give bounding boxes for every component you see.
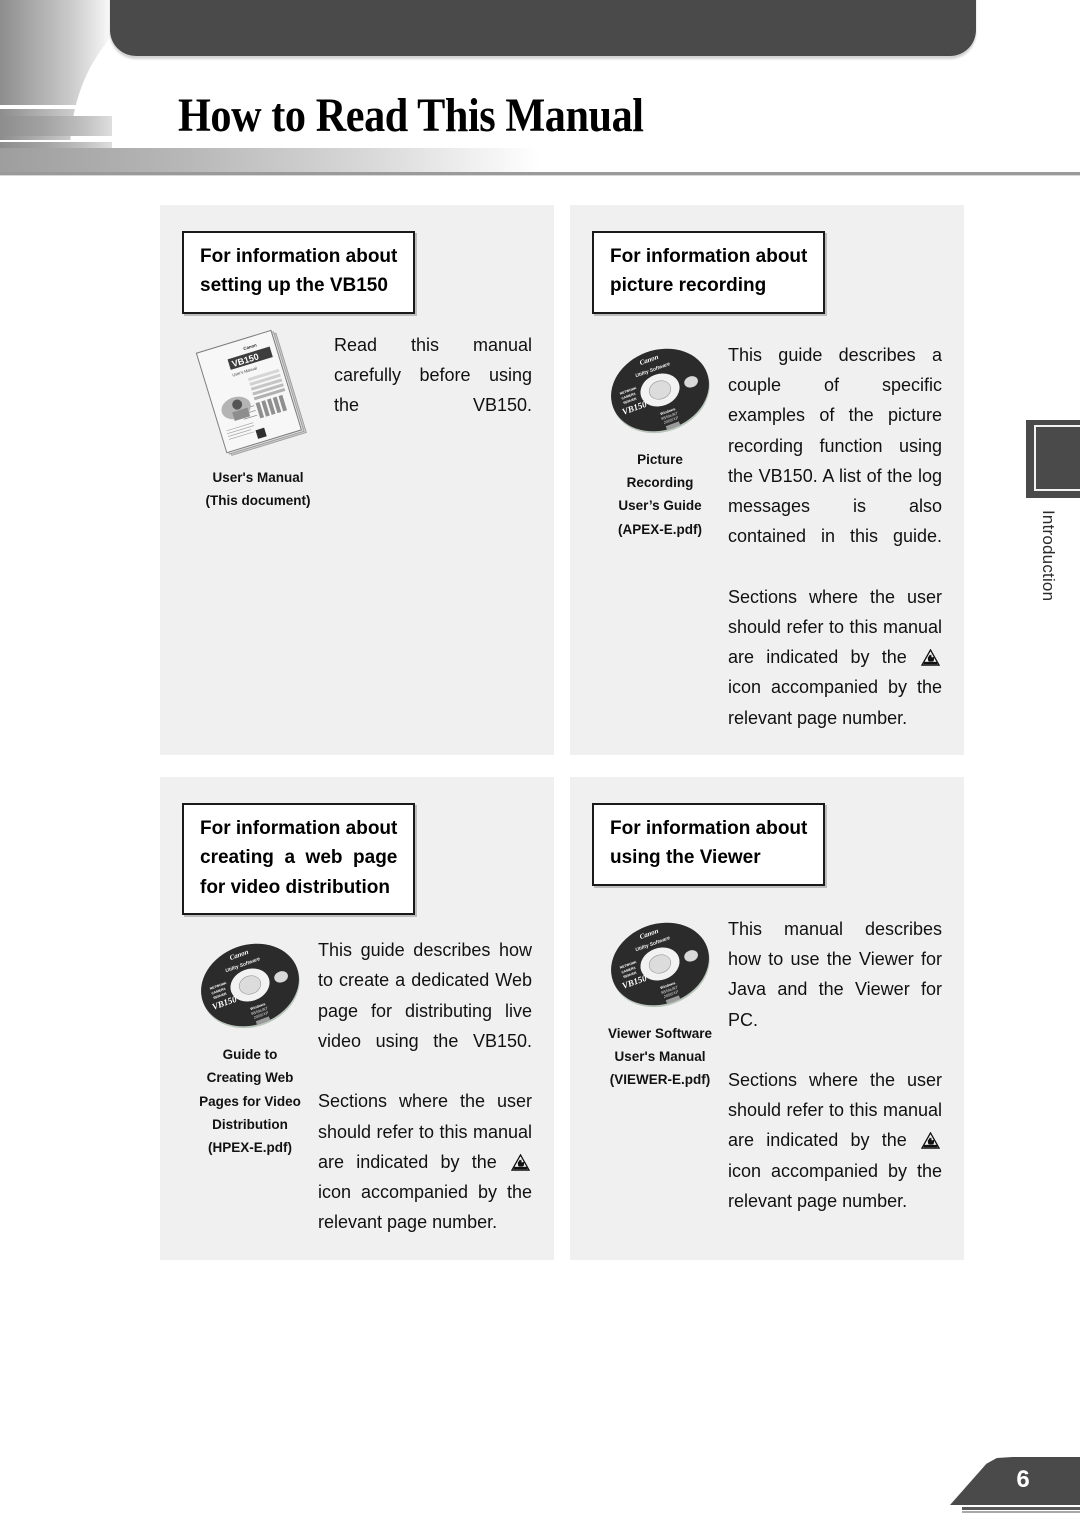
card-heading-line: For information about: [610, 246, 808, 267]
card-media-column: Canon Utility Software NETWORK CAMERA SE…: [592, 338, 728, 541]
card-body: Canon VB150 User's Manual User's Manual …: [182, 328, 532, 512]
card-paragraph-with-icon: Sections where the user should refer to …: [318, 1086, 532, 1237]
card-paragraph: This manual describes how to use the Vie…: [728, 918, 942, 1030]
footer-rule-highlight: [962, 1511, 1080, 1513]
card-heading-line: setting up the VB150: [200, 275, 388, 297]
info-card-picture-recording: For information about picture recording …: [570, 205, 964, 755]
card-heading-line: For information about: [200, 246, 398, 267]
header-stripe-b: [0, 116, 112, 136]
header-base-band: [0, 148, 540, 174]
card-media-caption: Guide to Creating Web Pages for Video Di…: [199, 1043, 301, 1159]
card-media-caption: Viewer Software User's Manual (VIEWER-E.…: [608, 1022, 712, 1092]
card-heading-line: for video distribution: [200, 876, 390, 898]
caption-line: User's Manual: [212, 469, 304, 485]
page-title: How to Read This Manual: [178, 89, 644, 142]
cd-disc-icon: Canon Utility Software NETWORK CAMERA SE…: [611, 922, 710, 1007]
caption-line: Distribution: [212, 1116, 288, 1132]
card-media-column: Canon VB150 User's Manual User's Manual …: [182, 328, 334, 512]
card-heading-line: For information about: [200, 817, 398, 839]
card-paragraph-with-icon: Sections where the user should refer to …: [728, 1065, 942, 1216]
caption-line: User’s Guide: [618, 498, 702, 514]
card-heading: For information about setting up the VB1…: [182, 231, 416, 314]
page-number: 6: [1016, 1466, 1030, 1493]
cd-disc-icon: Canon Utility Software NETWORK CAMERA SE…: [201, 943, 300, 1029]
info-card-web-page: For information about creating a web pag…: [160, 776, 554, 1260]
refer-triangle-icon: [921, 1132, 940, 1150]
footer-rule: [962, 1507, 1080, 1510]
caption-line: (This document): [205, 493, 311, 509]
info-card-viewer: For information about using the Viewer C…: [570, 776, 964, 1260]
card-media-caption: Picture Recording User’s Guide (APEX-E.p…: [618, 448, 702, 541]
card-media-column: Canon Utility Software NETWORK CAMERA SE…: [182, 933, 318, 1159]
caption-line: Guide to: [222, 1047, 278, 1063]
card-paragraph: This guide describes a couple of specifi…: [728, 344, 942, 547]
manual-page: How to Read This Manual Introduction For…: [0, 0, 1080, 1523]
card-paragraph-part: Sections where the user should refer to …: [318, 1091, 532, 1172]
caption-line: Viewer Software: [607, 1025, 713, 1041]
card-paragraph-part: Sections where the user should refer to …: [728, 1069, 942, 1151]
card-heading: For information about creating a web pag…: [182, 802, 416, 916]
card-paragraph-part: icon accompanied by the relevant page nu…: [728, 677, 942, 728]
caption-line: Creating Web: [206, 1070, 294, 1086]
card-heading-line: For information about: [610, 817, 808, 839]
info-card-grid: For information about setting up the VB1…: [160, 205, 964, 1260]
caption-line: Recording: [626, 475, 694, 491]
booklet-icon: Canon VB150 User's Manual: [195, 329, 307, 456]
card-media-caption: User's Manual (This document): [206, 466, 311, 512]
caption-line: (VIEWER-E.pdf): [609, 1072, 711, 1088]
header-rule-highlight: [0, 175, 1080, 176]
cd-disc-icon: Canon Utility Software NETWORK CAMERA SE…: [611, 348, 710, 434]
card-media-column: Canon Utility Software NETWORK CAMERA SE…: [592, 912, 728, 1092]
info-card-setup: For information about setting up the VB1…: [160, 205, 554, 755]
card-paragraph-part: icon accompanied by the relevant page nu…: [318, 1182, 532, 1233]
card-body: Canon Utility Software NETWORK CAMERA SE…: [592, 912, 942, 1216]
card-heading: For information about picture recording: [592, 231, 826, 314]
card-paragraph: This guide describes how to create a ded…: [318, 940, 532, 1051]
card-body: Canon Utility Software NETWORK CAMERA SE…: [592, 338, 942, 733]
card-text-column: This guide describes how to create a ded…: [318, 933, 532, 1237]
card-body: Canon Utility Software NETWORK CAMERA SE…: [182, 933, 532, 1237]
caption-line: User's Manual: [614, 1049, 706, 1065]
card-heading: For information about using the Viewer: [592, 802, 826, 886]
card-heading-line: picture recording: [610, 275, 767, 297]
card-paragraph: Read this manual carefully before using …: [334, 334, 532, 416]
card-paragraph-part: Sections where the user should refer to …: [728, 586, 942, 668]
caption-line: Pages for Video: [199, 1093, 301, 1109]
card-paragraph-part: icon accompanied by the relevant page nu…: [728, 1160, 942, 1211]
caption-line: (HPEX-E.pdf): [207, 1140, 292, 1156]
card-text-column: Read this manual carefully before using …: [334, 328, 532, 451]
caption-line: Picture: [637, 451, 683, 467]
header-dark-bar: [110, 0, 976, 56]
card-heading-line: using the Viewer: [610, 847, 761, 869]
side-tab: [1034, 425, 1080, 491]
card-heading-line: creating a web page: [200, 847, 398, 869]
side-tab-label: Introduction: [1039, 510, 1058, 602]
caption-line: (APEX-E.pdf): [618, 521, 702, 537]
refer-triangle-icon: [921, 649, 940, 666]
card-paragraph-with-icon: Sections where the user should refer to …: [728, 582, 942, 733]
card-text-column: This manual describes how to use the Vie…: [728, 912, 942, 1216]
card-text-column: This guide describes a couple of specifi…: [728, 338, 942, 733]
header-stripe-a: [0, 105, 112, 109]
refer-triangle-icon: [511, 1153, 530, 1171]
